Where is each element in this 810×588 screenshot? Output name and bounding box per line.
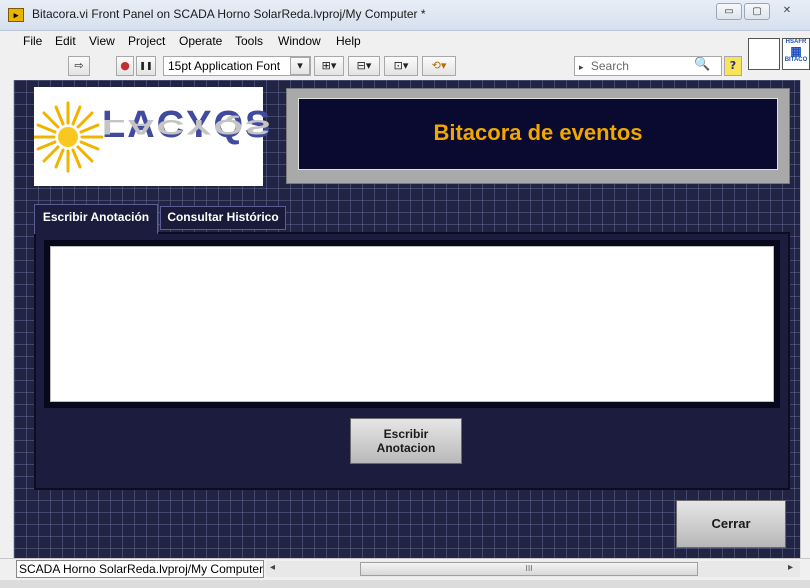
vi-icon-glyph: ▦ bbox=[790, 44, 802, 58]
vi-icon[interactable]: HSAFR ▦ BITACO bbox=[782, 38, 810, 70]
search-input-placeholder: Search bbox=[590, 59, 629, 73]
logo-reflection: LACYQS bbox=[102, 114, 273, 138]
scroll-thumb[interactable]: III bbox=[360, 562, 698, 576]
close-button[interactable]: ✕ bbox=[774, 3, 800, 20]
vi-icon-bottom-label: BITACO bbox=[784, 57, 808, 63]
search-icon[interactable]: 🔍 bbox=[694, 57, 710, 72]
escribir-anotacion-button[interactable]: Escribir Anotacion bbox=[350, 418, 462, 464]
connector-pane-icon[interactable] bbox=[748, 38, 780, 70]
escribir-button-line1: Escribir bbox=[383, 427, 429, 441]
window-bottom-edge bbox=[0, 580, 810, 588]
left-margin bbox=[0, 80, 14, 558]
annotation-input[interactable] bbox=[50, 246, 774, 402]
banner-title: Bitacora de eventos bbox=[433, 120, 643, 145]
tab-escribir-anotacion[interactable]: Escribir Anotación bbox=[34, 204, 158, 234]
abort-icon[interactable]: ● bbox=[116, 56, 134, 76]
help-icon[interactable]: ? bbox=[724, 56, 742, 76]
font-dropdown-value: 15pt Application Font bbox=[168, 59, 281, 73]
escribir-button-line2: Anotacion bbox=[376, 441, 436, 455]
pause-icon[interactable]: ❚❚ bbox=[136, 56, 156, 76]
font-dropdown-arrow-icon[interactable]: ▾ bbox=[290, 57, 310, 75]
vertical-scrollbar[interactable] bbox=[800, 80, 810, 558]
scroll-right-icon[interactable]: ▸ bbox=[788, 562, 793, 573]
menu-bar bbox=[0, 31, 810, 51]
menu-operate[interactable]: Operate bbox=[179, 34, 222, 48]
minimize-button[interactable]: ▭ bbox=[716, 3, 742, 20]
labview-vi-icon: ▸ bbox=[8, 8, 24, 22]
align-objects-icon[interactable]: ⊞▾ bbox=[314, 56, 344, 76]
menu-help[interactable]: Help bbox=[336, 34, 361, 48]
menu-file[interactable]: File bbox=[23, 34, 42, 48]
resize-objects-icon[interactable]: ⊡▾ bbox=[384, 56, 418, 76]
menu-view[interactable]: View bbox=[89, 34, 115, 48]
distribute-objects-icon[interactable]: ⊟▾ bbox=[348, 56, 380, 76]
cerrar-button[interactable]: Cerrar bbox=[676, 500, 786, 548]
maximize-button[interactable]: ▢ bbox=[744, 3, 770, 20]
menu-tools[interactable]: Tools bbox=[235, 34, 263, 48]
font-dropdown[interactable]: 15pt Application Font bbox=[163, 56, 311, 76]
scroll-left-icon[interactable]: ◂ bbox=[270, 562, 275, 573]
menu-project[interactable]: Project bbox=[128, 34, 165, 48]
run-arrow-icon[interactable]: ⇨ bbox=[68, 56, 90, 76]
project-path: SCADA Horno SolarReda.lvproj/My Computer bbox=[16, 560, 264, 578]
reorder-icon[interactable]: ⟲▾ bbox=[422, 56, 456, 76]
menu-window[interactable]: Window bbox=[278, 34, 321, 48]
tab-consultar-historico[interactable]: Consultar Histórico bbox=[160, 206, 286, 230]
search-arrow-icon: ▸ bbox=[579, 62, 584, 72]
window-title: Bitacora.vi Front Panel on SCADA Horno S… bbox=[32, 7, 426, 21]
menu-edit[interactable]: Edit bbox=[55, 34, 76, 48]
